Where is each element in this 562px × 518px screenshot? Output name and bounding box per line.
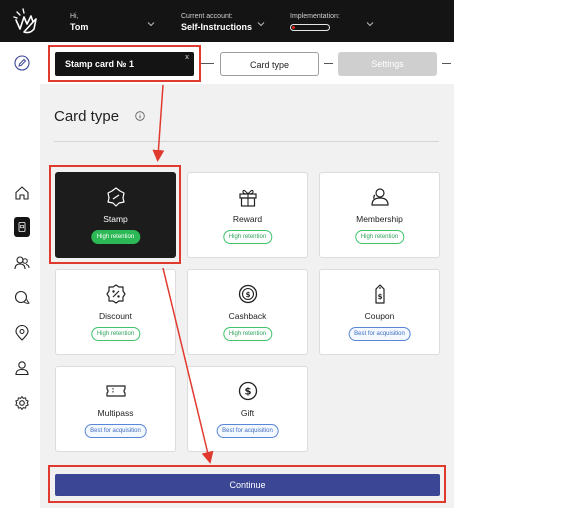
- card-type-name: Membership: [356, 214, 403, 224]
- stamp-icon: [106, 187, 125, 207]
- cashback-icon: $: [238, 284, 257, 304]
- svg-text:$: $: [245, 291, 250, 299]
- greeting-label: Hi,: [70, 13, 79, 20]
- retention-badge: High retention: [90, 327, 141, 341]
- acquisition-badge: Best for acquisition: [84, 424, 147, 438]
- dollar-icon: $: [238, 381, 257, 401]
- card-type-multipass[interactable]: Multipass Best for acquisition: [55, 366, 176, 452]
- implementation-label: Implementation:: [290, 13, 340, 20]
- card-type-name: Discount: [98, 311, 133, 321]
- top-bar: Hi, Tom Current account: Self-Instructio…: [0, 0, 454, 42]
- user-icon[interactable]: [12, 358, 32, 378]
- svg-text:$: $: [244, 387, 251, 398]
- gift-icon: [238, 189, 257, 207]
- chat-icon[interactable]: [12, 288, 32, 308]
- svg-text:$: $: [377, 293, 382, 301]
- info-icon[interactable]: [135, 111, 145, 121]
- chevron-down-icon[interactable]: [366, 20, 374, 28]
- step-connector: [442, 63, 451, 64]
- card-type-stamp[interactable]: Stamp High retention: [55, 172, 176, 258]
- card-name-label: Stamp card № 1: [65, 59, 135, 69]
- acquisition-badge: Best for acquisition: [216, 424, 279, 438]
- card-type-name: Stamp: [103, 214, 128, 224]
- card-name-tab[interactable]: Stamp card № 1 x: [55, 52, 194, 76]
- location-icon[interactable]: [12, 323, 32, 343]
- continue-button[interactable]: Continue: [55, 474, 440, 496]
- divider: [54, 141, 439, 142]
- step-connector: [324, 63, 333, 64]
- account-label: Current account:: [181, 13, 233, 20]
- card-type-name: Coupon: [364, 311, 395, 321]
- chevron-down-icon[interactable]: [147, 20, 155, 28]
- user-name: Tom: [70, 22, 89, 32]
- retention-badge: High retention: [90, 230, 141, 244]
- coupon-icon: $: [374, 284, 385, 304]
- step-connector: [199, 63, 214, 64]
- edit-icon[interactable]: [12, 53, 32, 73]
- retention-badge: High retention: [222, 327, 273, 341]
- card-type-membership[interactable]: Membership High retention: [319, 172, 440, 258]
- card-type-gift[interactable]: $ Gift Best for acquisition: [187, 366, 308, 452]
- customers-icon[interactable]: [12, 253, 32, 273]
- membership-icon: [370, 188, 389, 206]
- acquisition-badge: Best for acquisition: [348, 327, 411, 341]
- app-root: { "header": { "greeting_small": "Hi,", "…: [0, 0, 562, 518]
- retention-badge: High retention: [222, 230, 273, 244]
- account-selector[interactable]: Current account: Self-Instructions: [181, 12, 252, 34]
- settings-gear-icon[interactable]: [12, 393, 32, 413]
- close-tab-icon[interactable]: x: [185, 54, 189, 61]
- card-type-cashback[interactable]: $ Cashback High retention: [187, 269, 308, 355]
- step-card-type[interactable]: Card type: [220, 52, 319, 76]
- card-type-discount[interactable]: Discount High retention: [55, 269, 176, 355]
- discount-icon: [105, 284, 126, 304]
- retention-badge: High retention: [354, 230, 405, 244]
- chevron-down-icon[interactable]: [257, 20, 265, 28]
- page-title: Card type: [54, 108, 120, 125]
- implementation-progress-fill: [292, 26, 295, 29]
- implementation-progress-bar: [290, 24, 330, 31]
- step-settings: Settings: [338, 52, 437, 76]
- ticket-icon: [105, 385, 126, 397]
- user-menu[interactable]: Hi, Tom: [70, 12, 88, 34]
- home-icon[interactable]: [12, 183, 32, 203]
- card-type-coupon[interactable]: $ Coupon Best for acquisition: [319, 269, 440, 355]
- clapping-hands-logo-icon: [13, 8, 37, 34]
- card-type-name: Reward: [232, 214, 263, 224]
- card-type-reward[interactable]: Reward High retention: [187, 172, 308, 258]
- card-type-name: Multipass: [97, 408, 134, 418]
- card-type-name: Cashback: [228, 311, 267, 321]
- account-value: Self-Instructions: [181, 22, 253, 32]
- card-type-name: Gift: [240, 408, 255, 418]
- implementation-progress[interactable]: Implementation:: [290, 12, 340, 31]
- cards-icon[interactable]: [14, 217, 30, 237]
